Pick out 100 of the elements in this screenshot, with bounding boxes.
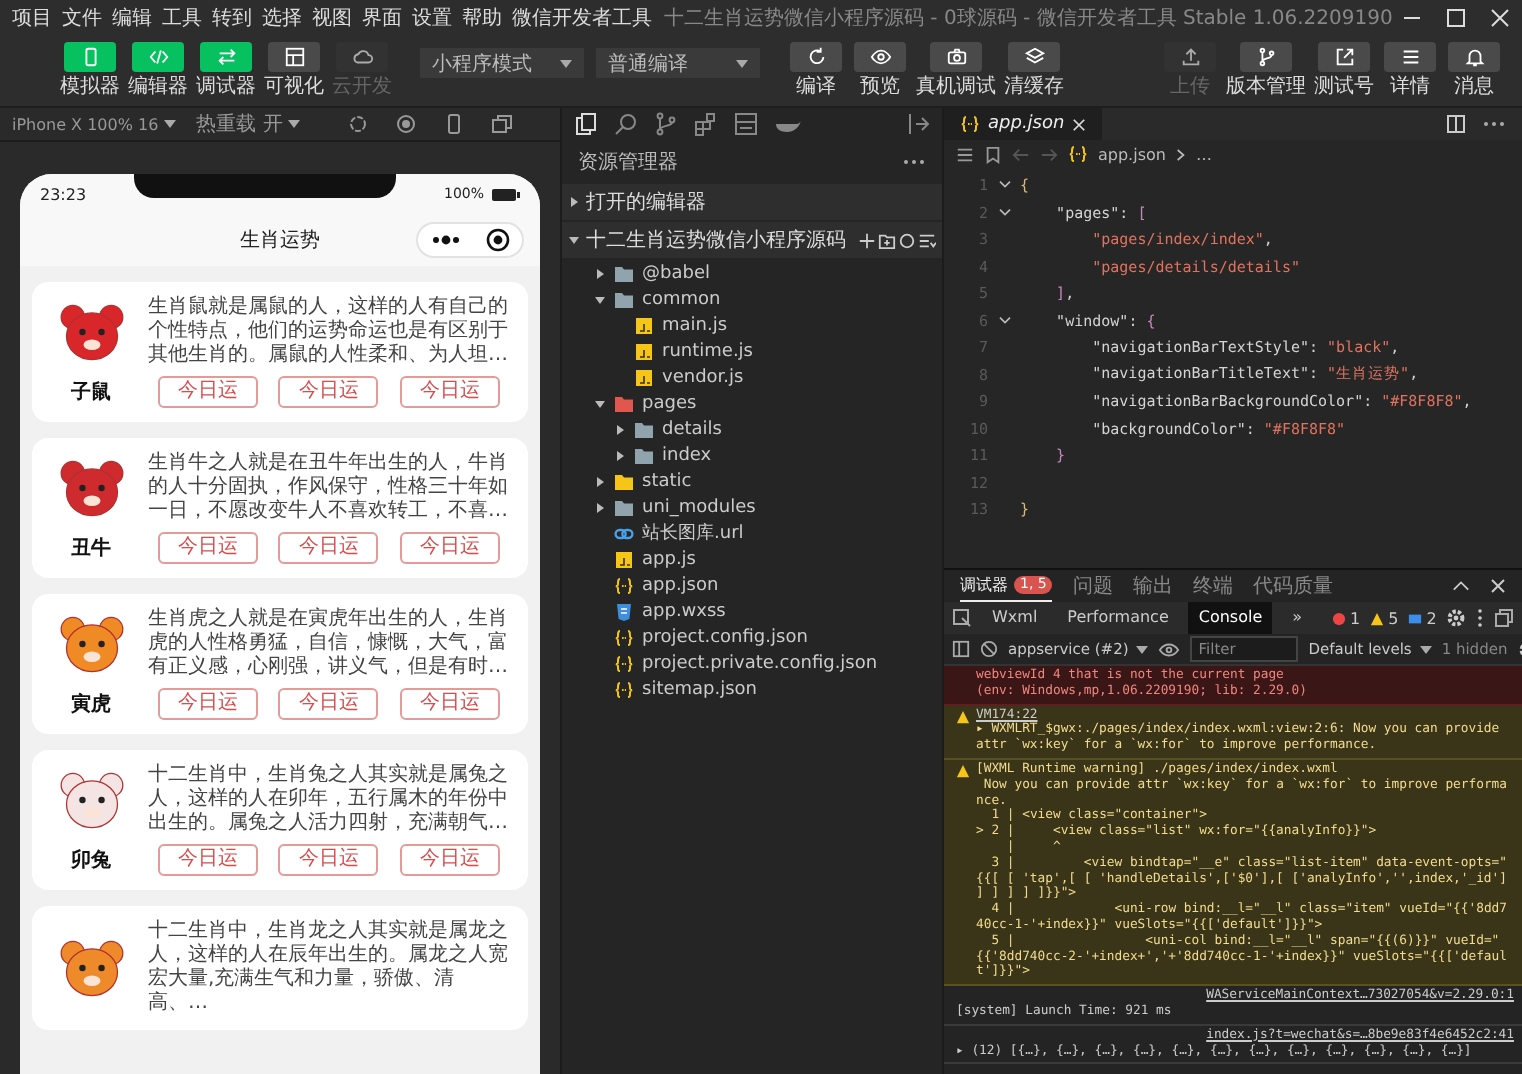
panel-tab[interactable]: 问题: [1072, 570, 1113, 602]
clear-icon[interactable]: [980, 640, 998, 658]
explorer-section[interactable]: 打开的编辑器: [562, 184, 942, 220]
record-icon[interactable]: [396, 114, 417, 134]
fold-chevron-icon[interactable]: [997, 315, 1011, 326]
device-selector[interactable]: iPhone X 100% 16: [12, 115, 177, 133]
fortune-button[interactable]: 今日运: [158, 688, 259, 720]
panel-icon[interactable]: [734, 112, 758, 136]
close-icon[interactable]: [1072, 117, 1087, 131]
caret-up-icon[interactable]: [1452, 580, 1470, 592]
menu-item[interactable]: 工具: [162, 4, 202, 32]
folder-item[interactable]: common: [562, 286, 942, 312]
explorer-section[interactable]: 十二生肖运势微信小程序源码: [562, 222, 942, 258]
toolbar-button[interactable]: 详情: [1382, 42, 1438, 100]
toolbar-button[interactable]: 真机调试: [916, 42, 996, 100]
phone-icon[interactable]: [444, 114, 465, 134]
toolbar-button[interactable]: 测试号: [1314, 42, 1374, 100]
fortune-button[interactable]: 今日运: [158, 844, 259, 876]
file-item[interactable]: sitemap.json: [562, 676, 942, 702]
fortune-button[interactable]: 今日运: [278, 688, 379, 720]
menu-item[interactable]: 项目: [12, 4, 52, 32]
breadcrumb-item[interactable]: app.json: [1098, 145, 1166, 163]
fortune-button[interactable]: 今日运: [399, 688, 500, 720]
sidebar-icon[interactable]: [952, 640, 970, 658]
file-item[interactable]: project.private.config.json: [562, 650, 942, 676]
folder-item[interactable]: details: [562, 416, 942, 442]
close-icon[interactable]: [1490, 8, 1510, 28]
toolbar-button[interactable]: 模拟器: [60, 42, 120, 100]
fortune-button[interactable]: 今日运: [158, 532, 259, 564]
toolbar-button[interactable]: 预览: [852, 42, 908, 100]
folder-item[interactable]: pages: [562, 390, 942, 416]
file-item[interactable]: project.config.json: [562, 624, 942, 650]
menu-item[interactable]: 微信开发者工具: [512, 4, 652, 32]
fortune-button[interactable]: 今日运: [278, 844, 379, 876]
fortune-button[interactable]: 今日运: [278, 376, 379, 408]
devtools-tab[interactable]: Performance: [1057, 602, 1179, 634]
kebab-icon[interactable]: [1476, 608, 1485, 628]
dropdown[interactable]: 普通编译: [596, 48, 760, 78]
dropdown[interactable]: 小程序模式: [420, 48, 584, 78]
menu-item[interactable]: 设置: [412, 4, 452, 32]
editor-tab[interactable]: app.json: [944, 108, 1103, 140]
zodiac-card[interactable]: 卯兔 十二生肖中，生肖兔之人其实就是属兔之人，这样的人在卯年，五行属木的年份中出生的。属兔之人活力四射，充满朝气… 今日运 今日运 今日运: [32, 750, 528, 890]
gear-icon[interactable]: [1446, 608, 1467, 628]
file-item[interactable]: runtime.js: [562, 338, 942, 364]
toolbar-button[interactable]: 可视化: [264, 42, 324, 100]
bookmark-icon[interactable]: [984, 145, 1002, 163]
file-item[interactable]: app.js: [562, 546, 942, 572]
breadcrumb-item[interactable]: …: [1195, 145, 1212, 163]
target-icon[interactable]: [486, 228, 510, 252]
file-item[interactable]: vendor.js: [562, 364, 942, 390]
zodiac-card[interactable]: 丑牛 生肖牛之人就是在丑牛年出生的人，牛肖的人十分固执，作风保守，性格三十年如一日，不愿改变牛人不喜欢转工，不喜… 今日运 今日运 今日运: [32, 438, 528, 578]
fortune-button[interactable]: 今日运: [399, 532, 500, 564]
panel-tab[interactable]: 终端: [1192, 570, 1233, 602]
file-item[interactable]: main.js: [562, 312, 942, 338]
menu-item[interactable]: 视图: [312, 4, 352, 32]
more-tabs-button[interactable]: »: [1282, 602, 1313, 634]
close-icon[interactable]: [1490, 578, 1506, 594]
files-icon[interactable]: [574, 112, 598, 136]
dock-icon[interactable]: [1494, 608, 1515, 628]
toolbar-button[interactable]: 编辑器: [128, 42, 188, 100]
file-item[interactable]: app.json: [562, 572, 942, 598]
fold-chevron-icon[interactable]: [997, 207, 1011, 218]
search-icon[interactable]: [614, 112, 638, 136]
folder-item[interactable]: @babel: [562, 260, 942, 286]
list-icon[interactable]: [956, 145, 974, 163]
folder-item[interactable]: static: [562, 468, 942, 494]
maximize-icon[interactable]: [1446, 8, 1466, 28]
zodiac-card[interactable]: 寅虎 生肖虎之人就是在寅虎年出生的人，生肖虎的人性格勇猛，自信，慷慨，大气，富有正义感，心刚强，讲义气，但是有时… 今日运 今日运 今日运: [32, 594, 528, 734]
toolbar-button[interactable]: 编译: [788, 42, 844, 100]
fortune-button[interactable]: 今日运: [399, 844, 500, 876]
file-item[interactable]: 站长图库.url: [562, 520, 942, 546]
eye-icon[interactable]: [1158, 641, 1181, 657]
collapse-panel-icon[interactable]: [906, 112, 930, 136]
menu-item[interactable]: 转到: [212, 4, 252, 32]
plus-icon[interactable]: [858, 231, 876, 249]
split-editor-icon[interactable]: [1446, 114, 1466, 134]
hot-reload-selector[interactable]: 热重载 开: [196, 110, 301, 138]
folder-item[interactable]: index: [562, 442, 942, 468]
fortune-button[interactable]: 今日运: [399, 376, 500, 408]
toolbar-button[interactable]: 调试器: [196, 42, 256, 100]
panel-tab[interactable]: 输出: [1132, 570, 1173, 602]
fortune-button[interactable]: 今日运: [158, 376, 259, 408]
toolbar-button[interactable]: 清缓存: [1004, 42, 1064, 100]
extensions-icon[interactable]: [694, 112, 718, 136]
menu-item[interactable]: 帮助: [462, 4, 502, 32]
devtools-tab[interactable]: Console: [1188, 602, 1273, 634]
toolbar-button[interactable]: 消息: [1446, 42, 1502, 100]
new-folder-icon[interactable]: [878, 231, 896, 249]
inspect-icon[interactable]: [952, 608, 972, 628]
folder-item[interactable]: uni_modules: [562, 494, 942, 520]
devtools-tab[interactable]: Wxml: [982, 602, 1048, 634]
toolbar-button[interactable]: 版本管理: [1226, 42, 1306, 100]
more-icon[interactable]: [1482, 120, 1506, 128]
file-item[interactable]: app.wxss: [562, 598, 942, 624]
zodiac-card[interactable]: 十二生肖中，生肖龙之人其实就是属龙之人，这样的人在辰年出生的。属龙之人宽宏大量,充满生气和力量，骄傲、清高、…: [32, 906, 528, 1030]
zodiac-card[interactable]: 子鼠 生肖鼠就是属鼠的人，这样的人有自己的个性特点，他们的运势命运也是有区别于其他生肖的。属鼠的人性柔和、为人坦… 今日运 今日运 今日运: [32, 282, 528, 422]
fold-chevron-icon[interactable]: [997, 180, 1011, 191]
more-icon[interactable]: [430, 234, 462, 246]
menu-item[interactable]: 文件: [62, 4, 102, 32]
circle-icon[interactable]: [348, 114, 369, 134]
